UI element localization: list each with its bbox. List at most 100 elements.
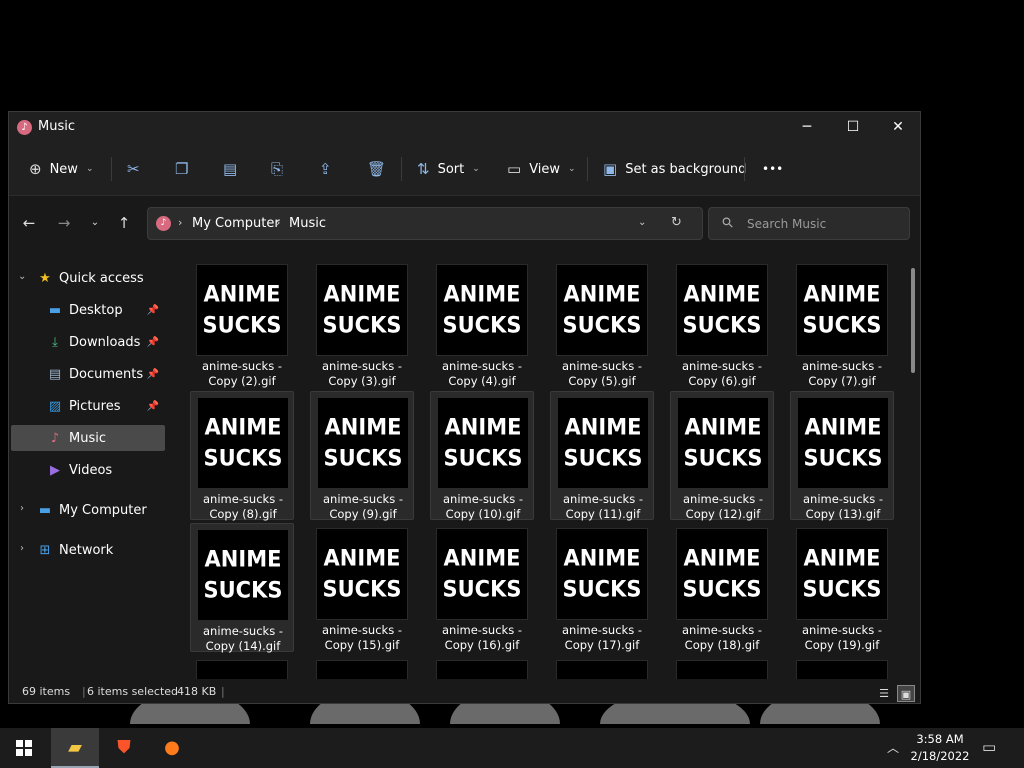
search-box[interactable]: ⚲ bbox=[708, 207, 910, 240]
sidebar-item-label: Network bbox=[59, 542, 114, 558]
sidebar-item-quick-access[interactable]: ★ Quick access bbox=[37, 265, 165, 291]
thumbnail-text: SUCKS bbox=[563, 445, 643, 471]
rename-button[interactable]: ⎘ bbox=[271, 154, 283, 184]
vertical-scrollbar[interactable] bbox=[911, 268, 915, 373]
thumbnail-text: ANIME bbox=[803, 281, 881, 307]
file-item[interactable]: ANIMESUCKS bbox=[670, 655, 774, 681]
notification-icon[interactable]: ▭ bbox=[982, 738, 996, 756]
maximize-button[interactable]: ☐ bbox=[830, 112, 876, 142]
back-arrow-icon[interactable]: ← bbox=[17, 211, 41, 235]
file-item[interactable]: ANIME SUCKS anime-sucks - Copy (5).gif bbox=[550, 259, 654, 388]
sidebar-item-label: Quick access bbox=[59, 270, 144, 286]
file-item[interactable]: ANIMESUCKS bbox=[550, 655, 654, 681]
breadcrumb-my-computer[interactable]: My Computer bbox=[192, 216, 280, 231]
file-item[interactable]: ANIME SUCKS anime-sucks - Copy (18).gif bbox=[670, 523, 774, 652]
sidebar-item-pictures[interactable]: ▨ Pictures 📌 bbox=[11, 393, 165, 419]
file-name: anime-sucks - Copy (13).gif bbox=[791, 492, 895, 522]
thumbnail-text: ANIME bbox=[323, 545, 401, 571]
chevron-up-icon[interactable]: ︿ bbox=[887, 739, 899, 756]
recent-locations-chevron-icon[interactable]: ⌄ bbox=[83, 211, 107, 235]
system-clock[interactable]: 3:58 AM 2/18/2022 bbox=[908, 731, 972, 765]
more-options-button[interactable]: ••• bbox=[762, 154, 783, 184]
file-item[interactable]: ANIME SUCKS anime-sucks - Copy (3).gif bbox=[310, 259, 414, 388]
title-bar[interactable]: ♪ Music ─ ☐ ✕ bbox=[9, 112, 920, 142]
cut-button[interactable]: ✂ bbox=[127, 154, 140, 184]
command-bar: ⊕ New ⌄ ✂ ❐ ▤ ⎘ ⇪ 🗑 ⇅ Sort ⌄ ▭ View ⌄ ▣ … bbox=[9, 142, 920, 196]
thumbnail-text: SUCKS bbox=[682, 312, 762, 338]
breadcrumb-chevron-icon[interactable]: › bbox=[178, 216, 182, 229]
copy-button[interactable]: ❐ bbox=[175, 154, 188, 184]
file-name-line: anime-sucks - bbox=[202, 492, 284, 506]
file-item[interactable]: ANIME SUCKS anime-sucks - Copy (19).gif bbox=[790, 523, 894, 652]
taskbar: ▰ ⛊ ● ︿ 3:58 AM 2/18/2022 ▭ bbox=[0, 728, 1024, 768]
file-name: anime-sucks - Copy (7).gif bbox=[790, 359, 894, 389]
file-item[interactable]: ANIME SUCKS anime-sucks - Copy (7).gif bbox=[790, 259, 894, 388]
set-as-background-button[interactable]: ▣ Set as background bbox=[603, 154, 746, 184]
file-item[interactable]: ANIME SUCKS anime-sucks - Copy (15).gif bbox=[310, 523, 414, 652]
file-item[interactable]: ANIME SUCKS anime-sucks - Copy (13).gif bbox=[790, 391, 895, 522]
share-button[interactable]: ⇪ bbox=[319, 154, 332, 184]
chevron-down-icon[interactable]: ⌄ bbox=[18, 271, 26, 282]
sidebar-item-documents[interactable]: ▤ Documents 📌 bbox=[11, 361, 165, 387]
navigation-row: ← → ⌄ ↑ ♪ › My Computer › Music ⌄ ↻ ⚲ bbox=[9, 197, 920, 249]
sidebar-item-my-computer[interactable]: ▬ My Computer bbox=[37, 497, 165, 523]
sidebar-item-label: Downloads bbox=[69, 334, 141, 350]
file-item[interactable]: ANIME SUCKS anime-sucks - Copy (8).gif bbox=[190, 391, 294, 521]
new-button[interactable]: ⊕ New ⌄ bbox=[29, 154, 93, 184]
file-item[interactable]: ANIME SUCKS anime-sucks - Copy (17).gif bbox=[550, 523, 654, 652]
wallpaper-icon: ▣ bbox=[603, 160, 618, 178]
breadcrumb-chevron-icon[interactable]: › bbox=[276, 216, 280, 229]
toolbar-divider bbox=[111, 157, 112, 181]
chevron-right-icon[interactable]: › bbox=[20, 503, 24, 514]
file-item[interactable]: ANIME SUCKS anime-sucks - Copy (14).gif bbox=[190, 523, 294, 653]
gif-thumbnail: ANIMESUCKS bbox=[557, 397, 649, 489]
file-item[interactable]: ANIMESUCKS bbox=[430, 655, 534, 681]
large-icons-view-icon[interactable]: ▣ bbox=[897, 685, 915, 702]
file-item[interactable]: ANIME SUCKS anime-sucks - Copy (9).gif bbox=[310, 391, 414, 521]
taskbar-file-explorer[interactable]: ▰ bbox=[51, 728, 99, 768]
chevron-right-icon[interactable]: › bbox=[20, 543, 24, 554]
address-bar[interactable]: ♪ › My Computer › Music ⌄ ↻ bbox=[147, 207, 703, 240]
sort-button[interactable]: ⇅ Sort ⌄ bbox=[417, 154, 480, 184]
gif-thumbnail: ANIMESUCKS bbox=[676, 528, 768, 620]
refresh-icon[interactable]: ↻ bbox=[671, 215, 682, 230]
gif-thumbnail: ANIMESUCKS bbox=[797, 397, 889, 489]
sidebar-item-music[interactable]: ♪ Music bbox=[11, 425, 165, 451]
windows-start-icon[interactable] bbox=[16, 740, 32, 756]
file-item[interactable]: ANIMESUCKS bbox=[310, 655, 414, 681]
minimize-button[interactable]: ─ bbox=[784, 112, 830, 142]
music-note-icon: ♪ bbox=[156, 216, 171, 231]
file-item[interactable]: ANIMESUCKS bbox=[790, 655, 894, 681]
toolbar-divider bbox=[587, 157, 588, 181]
gif-thumbnail: ANIMESUCKS bbox=[556, 660, 648, 681]
view-button[interactable]: ▭ View ⌄ bbox=[507, 154, 576, 184]
details-view-icon[interactable]: ☰ bbox=[875, 685, 893, 702]
sidebar-item-videos[interactable]: ▶ Videos bbox=[11, 457, 165, 483]
up-arrow-icon[interactable]: ↑ bbox=[112, 211, 136, 235]
breadcrumb-music[interactable]: Music bbox=[289, 216, 326, 231]
file-item[interactable]: ANIME SUCKS anime-sucks - Copy (12).gif bbox=[670, 391, 774, 521]
taskbar-firefox[interactable]: ● bbox=[148, 728, 196, 768]
taskbar-brave[interactable]: ⛊ bbox=[100, 728, 148, 768]
forward-arrow-icon[interactable]: → bbox=[52, 211, 76, 235]
thumbnail-text: SUCKS bbox=[802, 312, 882, 338]
file-item[interactable]: ANIME SUCKS anime-sucks - Copy (10).gif bbox=[430, 391, 534, 521]
paste-button[interactable]: ▤ bbox=[223, 154, 237, 184]
file-item[interactable]: ANIME SUCKS anime-sucks - Copy (2).gif bbox=[190, 259, 294, 388]
file-item[interactable]: ANIME SUCKS anime-sucks - Copy (6).gif bbox=[670, 259, 774, 388]
file-item[interactable]: ANIMESUCKS bbox=[190, 655, 294, 681]
file-item[interactable]: ANIME SUCKS anime-sucks - Copy (4).gif bbox=[430, 259, 534, 388]
file-item[interactable]: ANIME SUCKS anime-sucks - Copy (16).gif bbox=[430, 523, 534, 652]
search-input[interactable] bbox=[747, 214, 902, 234]
sidebar-item-network[interactable]: ⊞ Network bbox=[37, 537, 165, 563]
file-name-line: Copy (12).gif bbox=[685, 507, 761, 521]
thumbnail-text: ANIME bbox=[683, 281, 761, 307]
close-button[interactable]: ✕ bbox=[875, 112, 921, 142]
file-name: anime-sucks - Copy (15).gif bbox=[310, 623, 414, 653]
sidebar-item-desktop[interactable]: ▬ Desktop 📌 bbox=[11, 297, 165, 323]
address-dropdown-icon[interactable]: ⌄ bbox=[638, 217, 646, 228]
file-item[interactable]: ANIME SUCKS anime-sucks - Copy (11).gif bbox=[550, 391, 654, 521]
sidebar-item-downloads[interactable]: ⤓ Downloads 📌 bbox=[11, 329, 165, 355]
delete-button[interactable]: 🗑 bbox=[367, 154, 386, 184]
thumbnail-text: SUCKS bbox=[443, 445, 523, 471]
